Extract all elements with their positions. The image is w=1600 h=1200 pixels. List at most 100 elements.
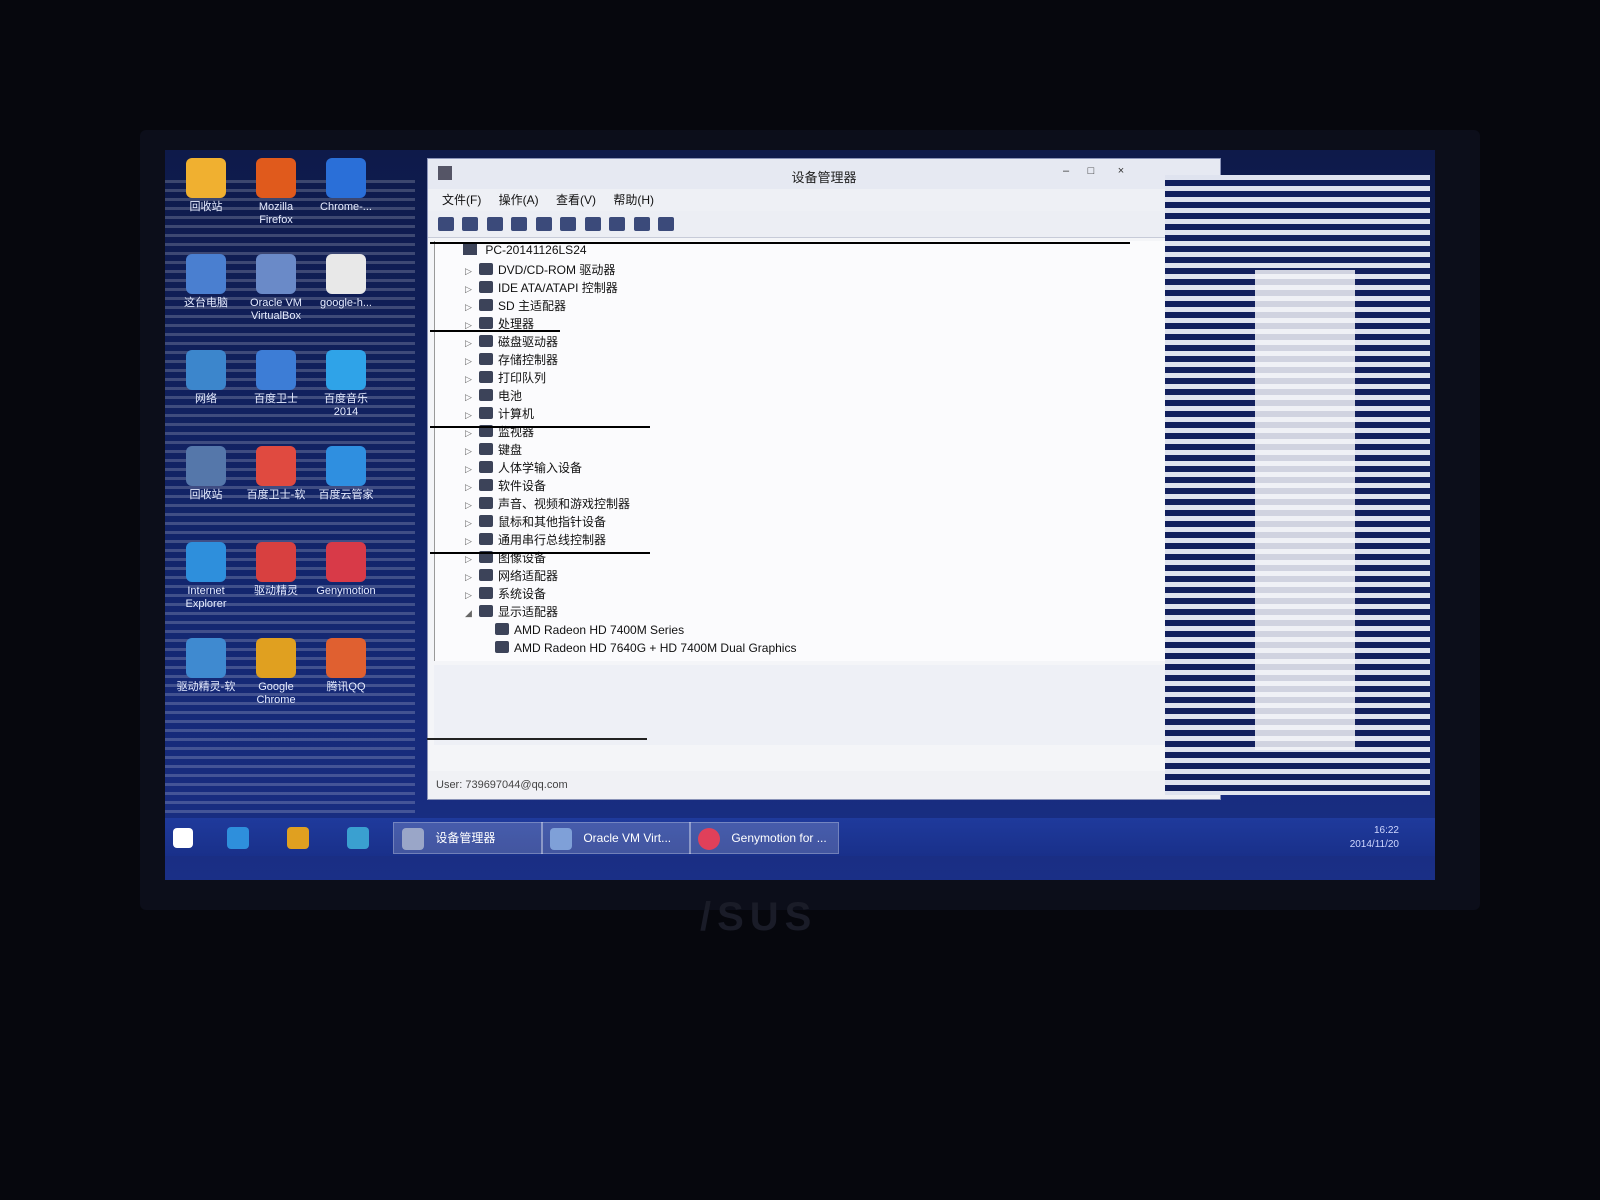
desktop-icon[interactable]: 驱动精灵 — [241, 542, 311, 598]
expand-arrow-icon[interactable]: ▷ — [465, 532, 477, 550]
desktop-icon[interactable]: 腾讯QQ — [311, 638, 381, 694]
help-icon[interactable] — [535, 217, 552, 231]
device-category-icon — [479, 263, 493, 275]
pinned-ie[interactable] — [227, 822, 257, 852]
desktop-icon[interactable]: 百度卫士 — [241, 350, 311, 406]
desktop-icon[interactable]: 这台电脑 — [171, 254, 241, 310]
forward-arrow-icon[interactable] — [462, 217, 479, 231]
tree-device[interactable]: AMD Radeon HD 7640G + HD 7400M Dual Grap… — [493, 639, 796, 657]
tree-category[interactable]: ▷ 鼠标和其他指针设备 — [465, 513, 606, 531]
device-category-icon — [479, 299, 493, 311]
expand-arrow-icon[interactable]: ▷ — [465, 568, 477, 586]
task-virtualbox[interactable]: Oracle VM Virt... — [541, 822, 691, 854]
desktop-icon[interactable]: 百度云管家 — [311, 446, 381, 502]
desktop-icon[interactable]: Oracle VM VirtualBox — [241, 254, 311, 323]
tree-device[interactable]: AMD Radeon HD 7400M Series — [493, 621, 684, 639]
tree-category[interactable]: ▷ 人体学输入设备 — [465, 459, 582, 477]
tree-category[interactable]: ▷ SD 主适配器 — [465, 297, 566, 315]
expand-arrow-icon[interactable]: ▷ — [465, 352, 477, 370]
desktop-icon-label: 百度卫士 — [254, 393, 298, 405]
disable-device-icon[interactable] — [658, 217, 675, 231]
tree-category[interactable]: ▷ 计算机 — [465, 405, 534, 423]
toolbar — [428, 211, 1220, 238]
task-device-manager[interactable]: 设备管理器 — [393, 822, 543, 854]
expand-arrow-icon[interactable]: ▷ — [465, 478, 477, 496]
desktop-icon-label: Mozilla Firefox — [258, 201, 294, 226]
desktop-icon[interactable]: 回收站 — [171, 158, 241, 214]
expand-arrow-icon[interactable]: ▷ — [465, 496, 477, 514]
properties-icon[interactable] — [486, 217, 503, 231]
tree-category[interactable]: ▷ 电池 — [465, 387, 522, 405]
tree-device-label: AMD Radeon HD 7400M Series — [514, 623, 685, 637]
taskbar: 设备管理器 Oracle VM Virt... Genymotion for .… — [165, 818, 1435, 856]
tree-root-computer[interactable]: PC-20141126LS24 — [463, 243, 587, 257]
desktop-icon-label: 百度音乐 2014 — [324, 393, 368, 418]
menu-file[interactable]: 文件(F) — [442, 189, 481, 211]
desktop-icon[interactable]: Mozilla Firefox — [241, 158, 311, 227]
system-tray-clock[interactable]: 16:22 2014/11/20 — [1350, 824, 1399, 852]
monitor-icon[interactable] — [560, 217, 577, 231]
desktop-icon[interactable]: 网络 — [171, 350, 241, 406]
expand-arrow-icon[interactable]: ▷ — [465, 460, 477, 478]
maximize-button[interactable]: □ — [1083, 165, 1099, 179]
desktop-icon[interactable]: Chrome-... — [311, 158, 381, 214]
desktop-icon[interactable]: 百度卫士-软 — [241, 446, 311, 502]
tree-category-label: 存储控制器 — [498, 353, 559, 367]
app-icon — [186, 350, 226, 390]
tree-category[interactable]: ▷ DVD/CD-ROM 驱动器 — [465, 261, 615, 279]
back-arrow-icon[interactable] — [438, 217, 454, 231]
expand-arrow-icon[interactable]: ▷ — [465, 388, 477, 406]
tree-category[interactable]: ▷ 软件设备 — [465, 477, 546, 495]
chrome-app-icon — [347, 826, 369, 849]
tree-category[interactable]: ▷ 通用串行总线控制器 — [465, 531, 606, 549]
expand-arrow-icon[interactable]: ▷ — [465, 262, 477, 280]
update-driver-icon[interactable] — [609, 217, 626, 231]
screen: 回收站 Mozilla Firefox Chrome-... 这台电脑 Oracle V… — [165, 150, 1435, 880]
expand-arrow-icon[interactable]: ▷ — [465, 334, 477, 352]
desktop-icon[interactable]: google-h... — [311, 254, 381, 310]
minimize-button[interactable]: – — [1058, 165, 1074, 179]
tree-category-label: 系统设备 — [498, 587, 547, 601]
app-icon — [326, 542, 366, 582]
desktop-icon[interactable]: Google Chrome — [241, 638, 311, 707]
tree-category[interactable]: ▷ 磁盘驱动器 — [465, 333, 558, 351]
menu-view[interactable]: 查看(V) — [556, 189, 596, 211]
start-button[interactable] — [173, 822, 201, 852]
tree-category[interactable]: ▷ 键盘 — [465, 441, 522, 459]
desktop-icon[interactable]: Genymotion — [311, 542, 381, 598]
menu-action[interactable]: 操作(A) — [499, 189, 539, 211]
scan-hardware-icon[interactable] — [584, 217, 601, 231]
pinned-chrome-app[interactable] — [347, 822, 377, 852]
tree-category[interactable]: ▷ 网络适配器 — [465, 567, 558, 585]
pinned-chrome[interactable] — [287, 822, 317, 852]
show-hide-tree-icon[interactable] — [511, 217, 528, 231]
desktop-icon-label: Internet Explorer — [185, 585, 227, 610]
expand-arrow-icon[interactable]: ▷ — [465, 514, 477, 532]
expand-arrow-icon[interactable]: ▷ — [465, 280, 477, 298]
uninstall-icon[interactable] — [633, 217, 650, 231]
tree-category[interactable]: ▷ 打印队列 — [465, 369, 546, 387]
window-titlebar[interactable]: 设备管理器 – □ × — [428, 159, 1220, 189]
desktop-icon[interactable]: 回收站 — [171, 446, 241, 502]
menu-help[interactable]: 帮助(H) — [613, 189, 654, 211]
tree-category[interactable]: ▷ 声音、视频和游戏控制器 — [465, 495, 630, 513]
expand-arrow-icon[interactable]: ▷ — [465, 298, 477, 316]
app-icon — [186, 542, 226, 582]
close-button[interactable]: × — [1113, 165, 1129, 179]
task-genymotion[interactable]: Genymotion for ... — [689, 822, 839, 854]
device-manager-window[interactable]: 设备管理器 – □ × 文件(F) 操作(A) 查看(V) 帮助(H) PC-2… — [427, 158, 1221, 800]
chrome-icon — [287, 826, 309, 849]
desktop-icon[interactable]: Internet Explorer — [171, 542, 241, 611]
tree-category[interactable]: ▷ IDE ATA/ATAPI 控制器 — [465, 279, 618, 297]
desktop-icon[interactable]: 百度音乐 2014 — [311, 350, 381, 419]
collapse-arrow-icon[interactable]: ◢ — [465, 604, 477, 622]
expand-arrow-icon[interactable]: ▷ — [465, 370, 477, 388]
expand-arrow-icon[interactable]: ▷ — [465, 586, 477, 604]
expand-arrow-icon[interactable]: ▷ — [465, 406, 477, 424]
desktop-icon[interactable]: 驱动精灵-软 — [171, 638, 241, 694]
tree-category[interactable]: ▷ 系统设备 — [465, 585, 546, 603]
tree-category-label: 人体学输入设备 — [498, 461, 583, 475]
tree-category[interactable]: ◢ 显示适配器 — [465, 603, 558, 621]
tree-category[interactable]: ▷ 存储控制器 — [465, 351, 558, 369]
expand-arrow-icon[interactable]: ▷ — [465, 442, 477, 460]
